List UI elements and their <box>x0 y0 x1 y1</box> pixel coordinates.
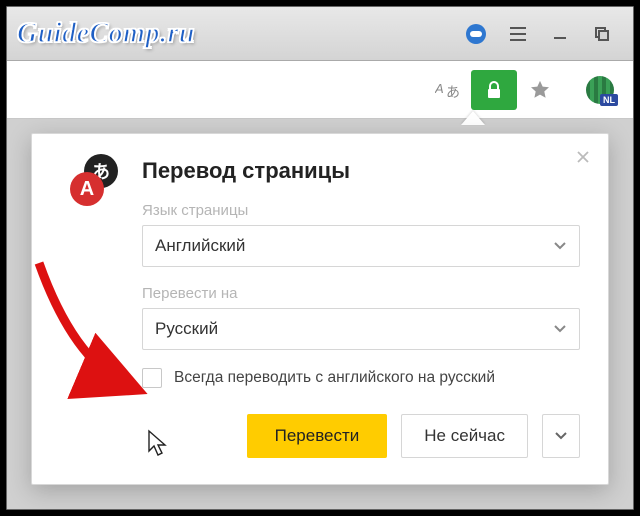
extension-button[interactable] <box>577 70 623 110</box>
source-language-value: Английский <box>155 236 245 256</box>
chevron-down-icon <box>553 319 567 339</box>
lock-icon <box>486 81 502 99</box>
page-icon <box>466 24 486 44</box>
popup-heading: Перевод страницы <box>142 158 580 184</box>
source-language-label: Язык страницы <box>142 202 580 219</box>
always-translate-label: Всегда переводить с английского на русск… <box>174 369 495 387</box>
target-language-value: Русский <box>155 319 218 339</box>
chevron-down-icon <box>554 431 568 441</box>
translate-popup: あ А Перевод страницы Язык страницы Англи… <box>31 133 609 485</box>
not-now-button[interactable]: Не сейчас <box>401 414 528 458</box>
globe-icon <box>586 76 614 104</box>
browser-window: GuideComp.ru A あ <box>6 6 634 510</box>
maximize-button[interactable] <box>581 18 623 50</box>
more-options-button[interactable] <box>542 414 580 458</box>
target-language-label: Перевести на <box>142 285 580 302</box>
svg-text:あ: あ <box>446 84 460 100</box>
source-language-select[interactable]: Английский <box>142 225 580 267</box>
svg-text:A: A <box>435 81 444 96</box>
translate-button-label: Перевести <box>275 426 360 446</box>
not-now-button-label: Не сейчас <box>424 426 505 446</box>
translate-logo-front: А <box>70 172 104 206</box>
translate-button-primary[interactable]: Перевести <box>247 414 388 458</box>
hamburger-menu-button[interactable] <box>497 18 539 50</box>
chevron-down-icon <box>553 236 567 256</box>
hamburger-icon <box>509 27 527 41</box>
address-toolbar: A あ <box>7 61 633 119</box>
target-language-select[interactable]: Русский <box>142 308 580 350</box>
site-title: GuideComp.ru <box>17 18 195 50</box>
always-translate-checkbox[interactable] <box>142 368 162 388</box>
page-identity-icon[interactable] <box>455 18 497 50</box>
translate-icon: A あ <box>435 79 461 101</box>
bookmark-button[interactable] <box>517 70 563 110</box>
security-lock-button[interactable] <box>471 70 517 110</box>
always-translate-row[interactable]: Всегда переводить с английского на русск… <box>142 368 580 388</box>
titlebar: GuideComp.ru <box>7 7 633 61</box>
button-row: Перевести Не сейчас <box>142 414 580 458</box>
star-icon <box>529 79 551 101</box>
minimize-button[interactable] <box>539 18 581 50</box>
popup-pointer <box>461 111 485 125</box>
minimize-icon <box>552 26 568 42</box>
close-icon <box>576 150 590 164</box>
maximize-icon <box>594 26 610 42</box>
close-button[interactable] <box>570 144 596 170</box>
translate-button[interactable]: A あ <box>425 70 471 110</box>
translate-logo: あ А <box>70 156 120 206</box>
